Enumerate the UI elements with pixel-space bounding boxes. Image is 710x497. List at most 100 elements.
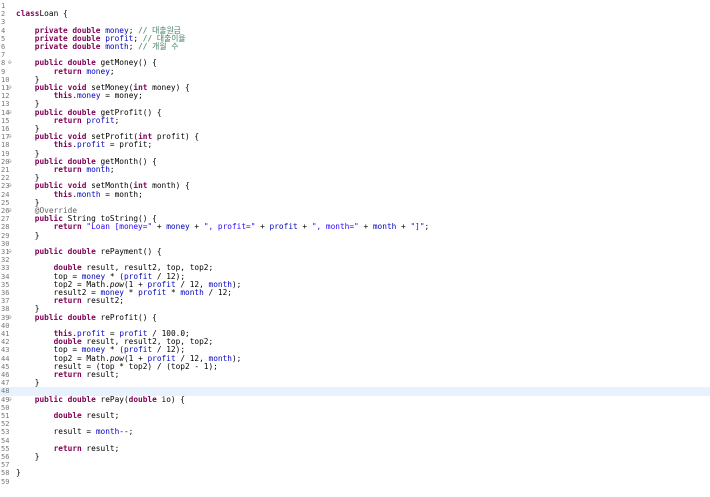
code-line[interactable]: 9 return money; bbox=[0, 66, 710, 76]
line-number: 34 bbox=[1, 272, 10, 281]
code-line[interactable]: 47 } bbox=[0, 378, 710, 388]
field: month bbox=[86, 165, 110, 174]
keyword: return bbox=[53, 165, 87, 174]
fold-toggle-icon[interactable]: ⊖ bbox=[8, 396, 12, 404]
code-line[interactable]: 1 bbox=[0, 2, 710, 10]
code-text: io) { bbox=[161, 394, 186, 404]
code-line[interactable]: 49 ⊖ public double rePay(double io) { bbox=[0, 394, 710, 404]
line-number: 7 bbox=[1, 51, 6, 60]
fold-toggle-icon[interactable]: ⊖ bbox=[8, 109, 12, 117]
code-line[interactable]: 25 } bbox=[0, 198, 710, 207]
field: money bbox=[166, 222, 190, 232]
line-number: 36 bbox=[1, 289, 10, 297]
line-number: 15 bbox=[1, 116, 10, 125]
code-content: return "Loan [money=" + money + ", profi… bbox=[16, 222, 430, 232]
line-number: 27 bbox=[1, 215, 10, 224]
code-text: } bbox=[16, 378, 40, 388]
code-line[interactable]: 59 bbox=[0, 478, 710, 486]
code-line[interactable]: 46 return result; bbox=[0, 370, 710, 379]
field: month bbox=[95, 427, 120, 437]
line-number: 59 bbox=[1, 477, 10, 486]
code-editor[interactable]: 1 2 classLoan {3 4 private double money; //… bbox=[0, 0, 710, 497]
code-line[interactable]: 51 double result; bbox=[0, 411, 710, 420]
code-text: = money; bbox=[100, 91, 143, 101]
line-number: 29 bbox=[1, 231, 10, 240]
code-text: month) { bbox=[152, 181, 190, 191]
keyword: return bbox=[53, 443, 87, 453]
line-number: 51 bbox=[1, 412, 10, 420]
code-content: result = month--; bbox=[16, 427, 134, 437]
line-number: 18 bbox=[1, 141, 10, 150]
code-line[interactable]: 56 } bbox=[0, 452, 710, 461]
code-line[interactable]: 21 return month; bbox=[0, 165, 710, 174]
code-line[interactable]: 15 return profit; bbox=[0, 115, 710, 125]
code-line[interactable]: 39 ⊖ public double reProfit() { bbox=[0, 313, 710, 322]
fold-toggle-icon[interactable]: ⊖ bbox=[8, 84, 12, 92]
code-line[interactable]: 2 classLoan { bbox=[0, 10, 710, 19]
keyword: double bbox=[53, 411, 87, 420]
code-line[interactable]: 57 bbox=[0, 461, 710, 469]
line-number: 24 bbox=[1, 190, 10, 199]
code-line[interactable]: 6 private double month; // 개월 수 bbox=[0, 42, 710, 51]
fold-toggle-icon[interactable]: ⊖ bbox=[8, 314, 12, 322]
code-line[interactable]: 24 this.month = month; bbox=[0, 190, 710, 199]
keyword: public double bbox=[34, 247, 101, 256]
fold-toggle-icon[interactable]: ⊖ bbox=[8, 59, 12, 67]
line-number: 3 bbox=[1, 18, 6, 27]
line-number: 43 bbox=[1, 346, 10, 355]
keyword: return bbox=[53, 296, 87, 306]
code-text: ; bbox=[128, 42, 139, 51]
code-line[interactable]: 18 this.profit = profit; bbox=[0, 140, 710, 150]
field: profit bbox=[269, 222, 298, 232]
line-number: 35 bbox=[1, 280, 10, 289]
code-content: classLoan { bbox=[16, 10, 68, 18]
line-number: 16 bbox=[1, 125, 10, 133]
code-content: private double month; // 개월 수 bbox=[16, 42, 179, 51]
fold-toggle-icon[interactable]: ⊖ bbox=[8, 133, 12, 141]
line-number: 45 bbox=[1, 362, 10, 371]
code-line[interactable]: 31 ⊖ public double rePayment() { bbox=[0, 247, 710, 256]
line-number: 5 bbox=[1, 34, 6, 43]
code-text: * bbox=[123, 288, 139, 297]
field: profit bbox=[86, 115, 115, 125]
fold-toggle-icon[interactable]: ⊖ bbox=[8, 248, 12, 256]
code-line[interactable]: 28 return "Loan [money=" + money + ", pr… bbox=[0, 222, 710, 232]
line-number: 2 bbox=[1, 10, 6, 19]
keyword: return bbox=[53, 115, 87, 125]
code-text: + bbox=[152, 222, 167, 232]
fold-toggle-icon[interactable]: ⊖ bbox=[8, 182, 12, 190]
code-line[interactable]: 53 result = month--; bbox=[0, 427, 710, 437]
line-number: 50 bbox=[1, 403, 10, 412]
code-text: ); bbox=[231, 279, 242, 289]
code-text: ; bbox=[109, 66, 115, 76]
line-number: 41 bbox=[1, 330, 10, 338]
code-content: public double rePayment() { bbox=[16, 247, 162, 256]
line-number: 42 bbox=[1, 338, 10, 347]
code-line[interactable]: 12 this.money = money; bbox=[0, 91, 710, 101]
code-text: } bbox=[16, 230, 40, 240]
code-text: + bbox=[297, 222, 312, 232]
line-number: 40 bbox=[1, 321, 10, 330]
code-content: public double rePay(double io) { bbox=[16, 394, 186, 404]
line-number: 6 bbox=[1, 43, 6, 51]
code-text: * bbox=[166, 288, 181, 297]
code-line[interactable]: 37 return result2; bbox=[0, 296, 710, 306]
code-line[interactable]: 55 return result; bbox=[0, 443, 710, 453]
code-text: profit) { bbox=[156, 132, 200, 142]
code-text: ; bbox=[109, 165, 115, 174]
field: money bbox=[77, 91, 101, 101]
fold-toggle-icon[interactable]: ⊖ bbox=[8, 207, 12, 215]
code-text: = profit; bbox=[105, 140, 153, 150]
fold-toggle-icon[interactable]: ⊖ bbox=[8, 158, 12, 166]
keyword: this bbox=[53, 140, 73, 150]
keyword: return bbox=[53, 370, 87, 379]
line-number: 30 bbox=[1, 239, 10, 248]
field: profit bbox=[77, 140, 106, 150]
code-content: double result; bbox=[16, 411, 120, 420]
code-line[interactable]: 58} bbox=[0, 469, 710, 478]
code-text: + bbox=[255, 222, 270, 232]
code-line[interactable]: 29 } bbox=[0, 230, 710, 240]
